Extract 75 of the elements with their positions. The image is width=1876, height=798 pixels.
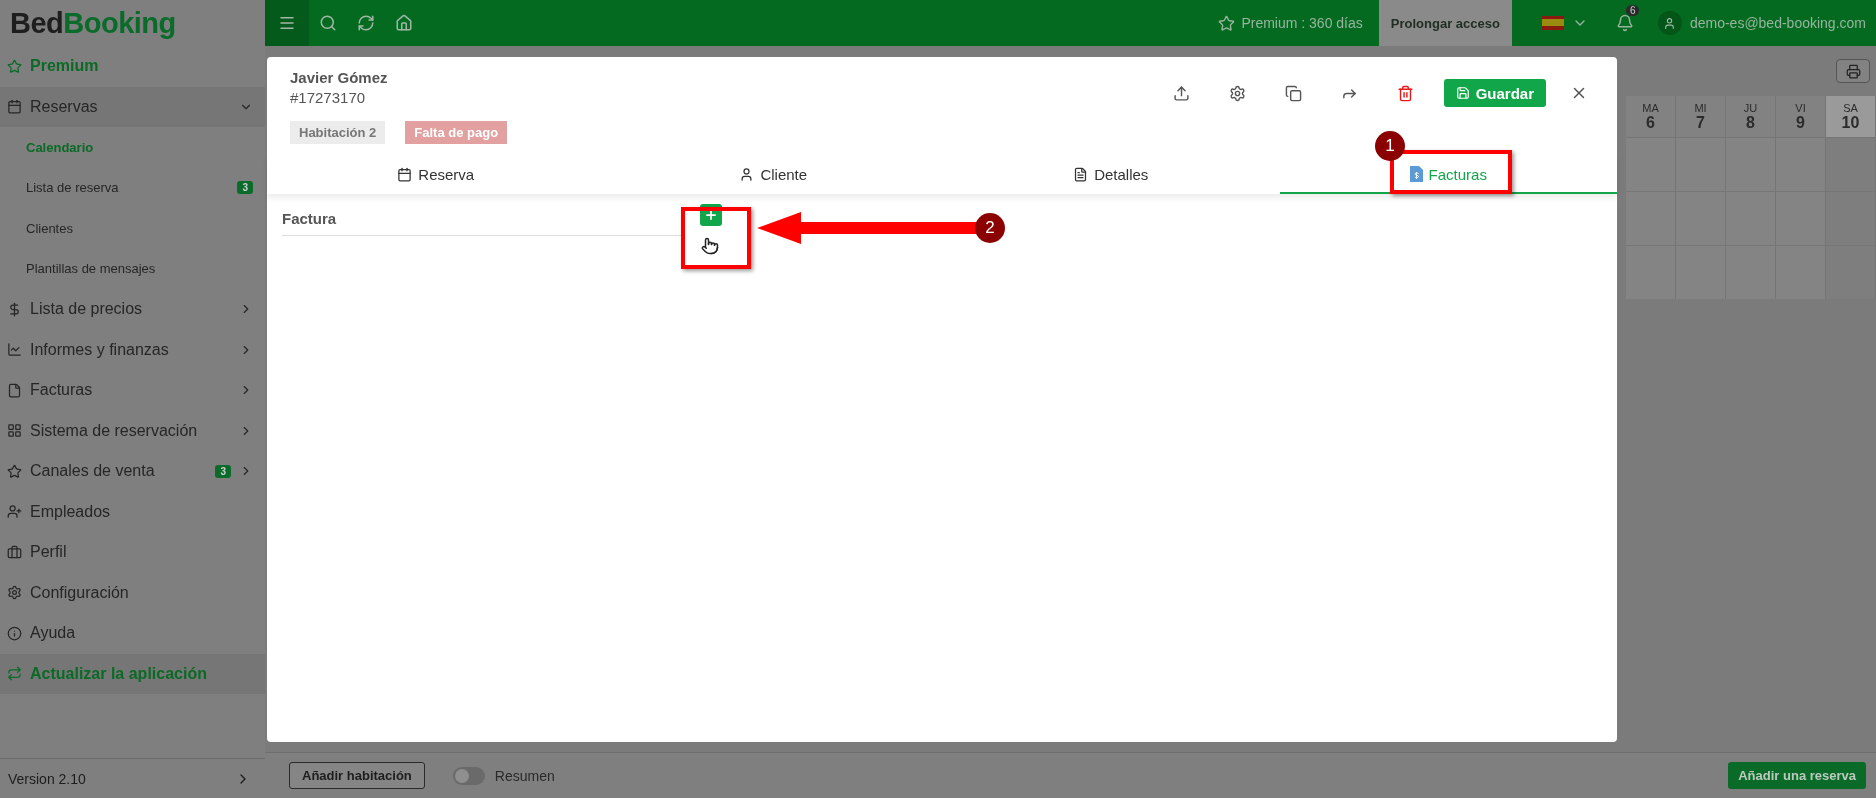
sidebar-item[interactable]: Clientes xyxy=(0,208,265,249)
menu-icon xyxy=(278,14,296,32)
sidebar-item[interactable]: Sistema de reservación xyxy=(0,410,265,451)
day-header: VI 9 xyxy=(1776,96,1825,137)
trash-icon xyxy=(1397,84,1415,102)
count-badge: 3 xyxy=(215,464,231,478)
sidebar-item[interactable]: Lista de precios xyxy=(0,289,265,330)
calendar-cell[interactable] xyxy=(1776,137,1825,191)
highlight-frame xyxy=(681,207,751,269)
version-label: Version 2.10 xyxy=(8,770,86,787)
menu-glyph-icon xyxy=(6,544,22,560)
brand-logo[interactable]: BedBooking xyxy=(0,0,265,46)
count-badge: 3 xyxy=(237,181,253,195)
sidebar-item[interactable]: Facturas xyxy=(0,370,265,411)
sidebar-item[interactable]: Empleados xyxy=(0,491,265,532)
step-marker: 2 xyxy=(975,213,1005,243)
room-tag: Habitación 2 xyxy=(290,121,386,144)
print-button[interactable] xyxy=(1836,59,1870,83)
sidebar-item[interactable]: Configuración xyxy=(0,572,265,613)
menu-glyph-icon xyxy=(6,666,22,682)
sidebar-item[interactable]: Informes y finanzas xyxy=(0,329,265,370)
bell-icon[interactable] xyxy=(1615,14,1634,32)
sidebar-item[interactable]: Plantillas de mensajes xyxy=(0,248,265,289)
premium-status: Premium : 360 días xyxy=(1241,15,1363,31)
settings-icon xyxy=(1229,84,1247,102)
sidebar-item[interactable]: Ayuda xyxy=(0,613,265,654)
tab[interactable]: Facturas xyxy=(1279,156,1617,194)
add-room-button[interactable]: Añadir habitación xyxy=(289,762,425,789)
sidebar-item[interactable]: Reservas xyxy=(0,86,265,127)
day-header: JU 8 xyxy=(1726,96,1775,137)
sidebar-item[interactable]: Perfil xyxy=(0,532,265,573)
printer-icon xyxy=(1845,63,1861,79)
day-header: MA 6 xyxy=(1626,96,1675,137)
flag-icon[interactable] xyxy=(1541,16,1564,30)
menu-button[interactable] xyxy=(265,0,309,46)
sidebar-item[interactable]: Lista de reserva 3 xyxy=(0,167,265,208)
tab-icon xyxy=(397,166,413,182)
star-icon xyxy=(1218,14,1236,32)
copy-icon xyxy=(1285,84,1303,102)
refresh-icon xyxy=(357,14,375,32)
menu-glyph-icon xyxy=(6,58,22,74)
menu-glyph-icon xyxy=(6,504,22,520)
summary-toggle[interactable] xyxy=(452,766,485,785)
menu-glyph-icon xyxy=(6,423,22,439)
add-booking-button[interactable]: Añadir una reserva xyxy=(1728,762,1866,789)
save-button[interactable]: Guardar xyxy=(1443,79,1546,107)
user-avatar-icon[interactable] xyxy=(1657,11,1682,35)
menu-glyph-icon xyxy=(6,463,22,479)
tab-icon xyxy=(739,166,755,182)
hand-cursor-icon xyxy=(701,237,719,255)
search-icon xyxy=(319,14,337,32)
upload-icon xyxy=(1173,84,1191,102)
status-tag: Falta de pago xyxy=(405,121,508,144)
tab[interactable]: Cliente xyxy=(604,156,942,194)
tab[interactable]: Detalles xyxy=(942,156,1280,194)
invoice-file-icon xyxy=(1409,166,1423,182)
step-marker: 1 xyxy=(1375,131,1405,161)
menu-glyph-icon xyxy=(6,585,22,601)
extend-access-button[interactable]: Prolongar acceso xyxy=(1378,0,1512,46)
booking-number: #17273170 xyxy=(290,89,367,106)
menu-glyph-icon xyxy=(6,342,22,358)
menu-glyph-icon xyxy=(6,625,22,641)
sidebar-item[interactable]: Canales de venta 3 xyxy=(0,451,265,492)
day-header: SA 10 xyxy=(1826,96,1875,137)
notification-badge: 6 xyxy=(1625,5,1640,16)
menu-glyph-icon xyxy=(6,382,22,398)
user-email[interactable]: demo-es@bed-booking.com xyxy=(1689,15,1866,31)
day-header: MI 7 xyxy=(1676,96,1725,137)
section-title: Factura xyxy=(282,204,682,236)
tab[interactable]: Reserva xyxy=(267,156,605,194)
guest-name: Javier Gómez xyxy=(290,69,389,86)
home-icon xyxy=(395,14,413,32)
menu-glyph-icon xyxy=(6,99,22,115)
tab-icon xyxy=(1073,166,1089,182)
summary-label: Resumen xyxy=(494,767,555,784)
